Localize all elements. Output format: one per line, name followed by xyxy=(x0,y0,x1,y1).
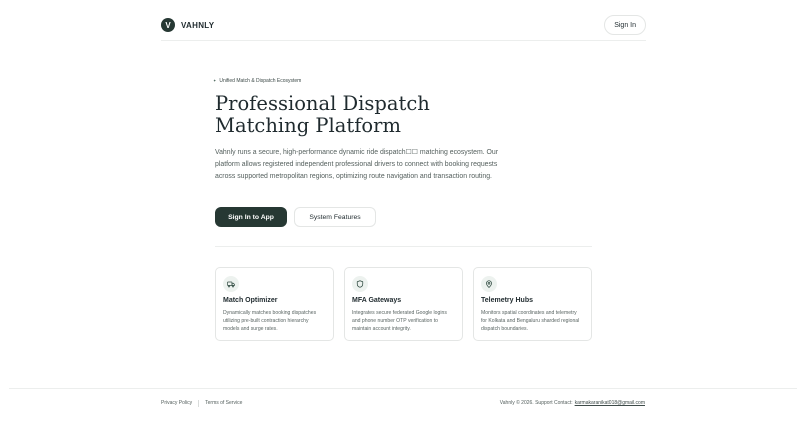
page-title-line-2: Matching Platform xyxy=(215,114,401,137)
page-title-line-1: Professional Dispatch xyxy=(215,92,430,115)
privacy-policy-link[interactable]: Privacy Policy xyxy=(161,400,192,406)
header-divider xyxy=(161,40,646,41)
truck-icon xyxy=(223,276,239,292)
shield-icon xyxy=(352,276,368,292)
brand-name: VAHNLY xyxy=(181,20,215,30)
feature-card-telemetry-hubs: Telemetry Hubs Monitors spatial coordina… xyxy=(473,267,592,341)
feature-title: MFA Gateways xyxy=(352,297,402,304)
terms-of-service-link[interactable]: Terms of Service xyxy=(205,400,242,406)
footer-links: Privacy Policy Terms of Service xyxy=(161,399,242,407)
map-pin-icon xyxy=(481,276,497,292)
eyebrow-text: Unified Match & Dispatch Ecosystem xyxy=(219,77,302,84)
copyright-text: Vahnly © 2026. Support Contact: xyxy=(499,400,573,406)
feature-card-match-optimizer: Match Optimizer Dynamically matches book… xyxy=(215,267,334,341)
hero-description: Vahnly runs a secure, high-performance d… xyxy=(215,149,498,181)
brand-logo: V xyxy=(161,18,175,32)
hero-divider xyxy=(215,246,592,247)
hero-eyebrow: ✦ Unified Match & Dispatch Ecosystem xyxy=(213,76,301,85)
header-sign-in-button[interactable]: Sign In xyxy=(604,15,646,35)
top-nav: V VAHNLY Sign In xyxy=(161,14,646,36)
feature-title: Telemetry Hubs xyxy=(481,297,533,304)
feature-title: Match Optimizer xyxy=(223,297,278,304)
sign-in-to-app-button[interactable]: Sign In to App xyxy=(215,207,287,227)
feature-description: Monitors spatial coordinates and telemet… xyxy=(481,310,580,333)
system-features-button[interactable]: System Features xyxy=(294,207,376,227)
footer-contact: Vahnly © 2026. Support Contact: karmakar… xyxy=(500,399,645,407)
feature-description: Dynamically matches booking dispatches u… xyxy=(223,310,317,333)
feature-card-mfa-gateways: MFA Gateways Integrates secure federated… xyxy=(344,267,463,341)
footer-divider xyxy=(9,388,797,389)
feature-description: Integrates secure federated Google login… xyxy=(352,310,447,333)
sparkle-icon: ✦ xyxy=(213,78,217,83)
footer-separator xyxy=(198,399,200,407)
support-email-link[interactable]: karmakaranikat018@gmail.com xyxy=(575,400,645,406)
page-title: Professional Dispatch Matching Platform xyxy=(215,93,545,137)
brand[interactable]: V VAHNLY xyxy=(161,18,214,32)
